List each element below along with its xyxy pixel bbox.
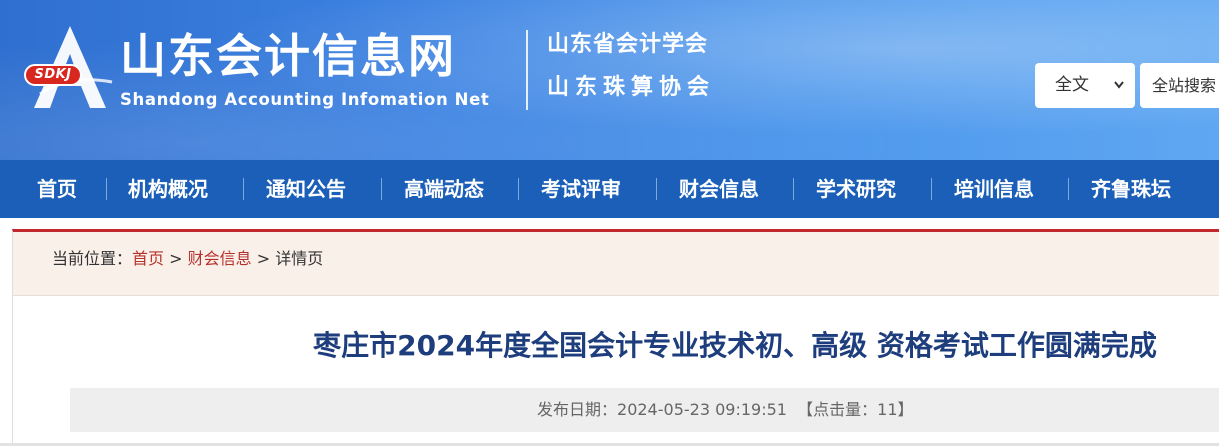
nav-item-research[interactable]: 学术研究 — [816, 160, 896, 218]
nav-divider — [1068, 178, 1069, 200]
publish-date: 2024-05-23 09:19:51 — [617, 400, 787, 419]
click-count-close: 】 — [897, 400, 914, 419]
nav-item-finance-info[interactable]: 财会信息 — [679, 160, 759, 218]
org-name-abacus-association: 山东珠算协会 — [547, 75, 716, 100]
logo-badge: SDKJ — [24, 64, 82, 86]
nav-item-abacus-forum[interactable]: 齐鲁珠坛 — [1091, 160, 1171, 218]
nav-divider — [656, 178, 657, 200]
nav-divider — [793, 178, 794, 200]
click-count-label: 【点击量： — [797, 400, 878, 419]
nav-item-training[interactable]: 培训信息 — [954, 160, 1034, 218]
nav-divider — [381, 178, 382, 200]
site-subtitle: Shandong Accounting Infomation Net — [120, 90, 490, 109]
header-divider — [526, 30, 528, 110]
breadcrumb-current: 详情页 — [275, 249, 324, 268]
nav-item-home[interactable]: 首页 — [37, 160, 77, 218]
site-title[interactable]: 山东会计信息网 — [120, 28, 456, 84]
nav-item-exams[interactable]: 考试评审 — [541, 160, 621, 218]
search-input[interactable]: 全站搜索 — [1140, 63, 1219, 108]
search-input-placeholder: 全站搜索 — [1152, 76, 1217, 95]
search-scope-value: 全文 — [1055, 75, 1089, 95]
click-count: 11 — [877, 400, 898, 419]
publish-date-label: 发布日期： — [537, 400, 618, 419]
article-title: 枣庄市2024年度全国会计专业技术初、高级 资格考试工作圆满完成 — [313, 329, 1157, 362]
nav-divider — [106, 178, 107, 200]
search-scope-select[interactable]: 全文 — [1035, 63, 1135, 108]
breadcrumb-prefix: 当前位置： — [52, 249, 133, 268]
breadcrumb: 当前位置：首页 > 财会信息 > 详情页 — [52, 248, 323, 270]
breadcrumb-separator: > — [251, 249, 276, 268]
nav-item-about[interactable]: 机构概况 — [128, 160, 208, 218]
breadcrumb-category-link[interactable]: 财会信息 — [188, 249, 252, 268]
org-name-accounting-society: 山东省会计学会 — [547, 32, 709, 57]
nav-item-news[interactable]: 高端动态 — [404, 160, 484, 218]
nav-divider — [243, 178, 244, 200]
chevron-down-icon — [1113, 63, 1125, 127]
main-nav: 首页 机构概况 通知公告 高端动态 考试评审 财会信息 学术研究 培训信息 齐鲁… — [0, 160, 1219, 218]
nav-divider — [518, 178, 519, 200]
nav-item-notices[interactable]: 通知公告 — [266, 160, 346, 218]
nav-divider — [931, 178, 932, 200]
site-header: SDKJ 山东会计信息网 Shandong Accounting Infomat… — [0, 0, 1219, 160]
breadcrumb-home-link[interactable]: 首页 — [132, 249, 164, 268]
article-meta: 发布日期：2024-05-23 09:19:51 【点击量：11】 — [537, 399, 914, 421]
breadcrumb-separator: > — [164, 249, 188, 268]
